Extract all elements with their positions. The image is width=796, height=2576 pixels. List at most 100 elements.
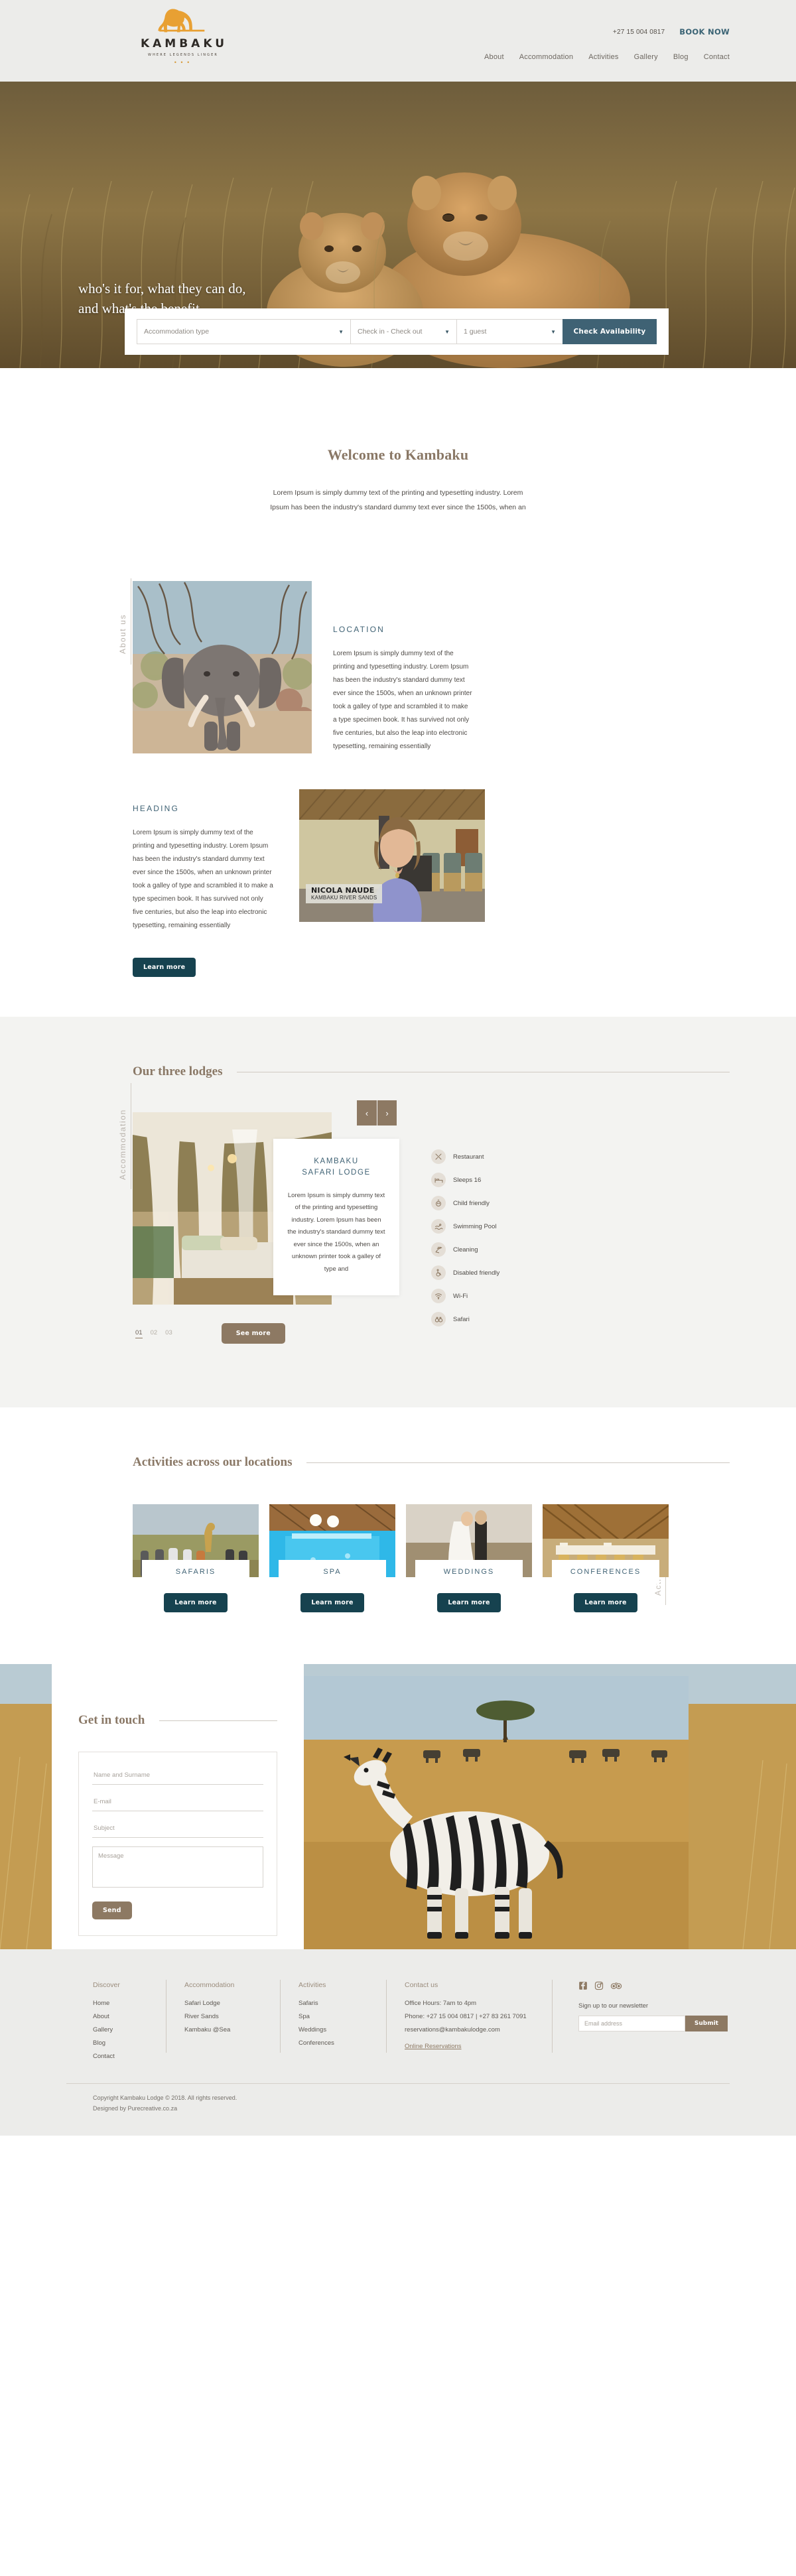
activities-grid: SAFARIS Learn more SPA Learn more WEDDIN… <box>133 1504 730 1613</box>
safaris-learn-more-button[interactable]: Learn more <box>164 1593 228 1613</box>
welcome-body: Lorem Ipsum is simply dummy text of the … <box>270 489 526 511</box>
about-location-row: LOCATION Lorem Ipsum is simply dummy tex… <box>133 581 730 754</box>
activities-title-rule <box>306 1462 730 1463</box>
carousel-next-button[interactable]: › <box>377 1100 397 1126</box>
footer-email[interactable]: reservations@kambakulodge.com <box>405 2026 552 2033</box>
footer-link-gallery[interactable]: Gallery <box>93 2026 166 2033</box>
footer-link-river-sands[interactable]: River Sands <box>184 2013 280 2020</box>
weddings-learn-more-button[interactable]: Learn more <box>437 1593 501 1613</box>
footer-heading-activities: Activities <box>298 1981 326 1990</box>
site-logo[interactable]: KAMBAKU WHERE LEGENDS LINGER • • • <box>136 5 229 66</box>
see-more-button[interactable]: See more <box>221 1323 285 1344</box>
testimonial-video[interactable]: NICOLA NAUDE KAMBAKU RIVER SANDS <box>299 789 485 923</box>
lodge-card-title-line2: SAFARI LODGE <box>302 1169 371 1177</box>
elephant-logo-icon <box>158 9 205 32</box>
amenity-label: Cleaning <box>453 1246 478 1254</box>
footer-office-hours: Office Hours: 7am to 4pm <box>405 2000 477 2008</box>
elephant-photo <box>133 581 312 754</box>
footer-col-accommodation: Accommodation Safari Lodge River Sands K… <box>166 1980 280 2066</box>
accommodation-type-value: Accommodation type <box>144 328 210 336</box>
about-side-label: About us <box>118 613 127 655</box>
amenity-item: Wi-Fi <box>431 1289 499 1304</box>
name-input[interactable] <box>92 1767 263 1785</box>
footer-link-safari-lodge[interactable]: Safari Lodge <box>184 2000 280 2007</box>
instagram-icon[interactable] <box>594 1981 604 1990</box>
footer-col-activities: Activities Safaris Spa Weddings Conferen… <box>280 1980 386 2066</box>
accommodation-type-select[interactable]: Accommodation type ▼ <box>137 319 350 344</box>
email-input[interactable] <box>92 1793 263 1812</box>
activities-section: Activities Activities across our locatio… <box>0 1407 796 1664</box>
amenity-label: Swimming Pool <box>453 1222 497 1230</box>
nav-item-activities[interactable]: Activities <box>588 53 618 61</box>
designed-by-text: Designed by Purecreative.co.za <box>93 2105 178 2112</box>
pager-item-03[interactable]: 03 <box>165 1329 172 1338</box>
main-navigation: About Accommodation Activities Gallery B… <box>484 53 730 61</box>
footer-link-about[interactable]: About <box>93 2013 166 2020</box>
amenity-label: Child friendly <box>453 1199 490 1207</box>
nav-item-contact[interactable]: Contact <box>704 53 730 61</box>
footer-link-home[interactable]: Home <box>93 2000 166 2007</box>
footer-link-conferences[interactable]: Conferences <box>298 2039 386 2047</box>
location-body: Lorem Ipsum is simply dummy text of the … <box>333 650 472 751</box>
chevron-down-icon: ▼ <box>551 328 556 335</box>
nav-item-about[interactable]: About <box>484 53 504 61</box>
facebook-icon[interactable] <box>578 1981 588 1990</box>
nav-item-accommodation[interactable]: Accommodation <box>519 53 573 61</box>
footer-col-newsletter: Sign up to our newsletter Submit <box>552 1980 728 2066</box>
header-phone[interactable]: +27 15 004 0817 <box>613 29 665 36</box>
send-button[interactable]: Send <box>92 1901 132 1920</box>
heading-body: Lorem Ipsum is simply dummy text of the … <box>133 829 273 930</box>
message-textarea[interactable] <box>92 1846 263 1888</box>
footer-link-safaris[interactable]: Safaris <box>298 2000 386 2007</box>
dates-select[interactable]: Check in - Check out ▼ <box>350 319 456 344</box>
activity-name: SAFARIS <box>142 1560 249 1584</box>
video-caption-name: NICOLA NAUDE <box>311 886 375 895</box>
nav-item-gallery[interactable]: Gallery <box>634 53 658 61</box>
guests-select[interactable]: 1 guest ▼ <box>456 319 563 344</box>
tripadvisor-icon[interactable] <box>610 1981 622 1990</box>
carousel-prev-button[interactable]: ‹ <box>357 1100 377 1126</box>
activities-title: Activities across our locations <box>133 1455 293 1470</box>
footer-online-reservations-link[interactable]: Online Reservations <box>405 2043 552 2050</box>
lodge-carousel: ‹ › KAMBAKU SAFARI LODGE Lorem Ipsum is … <box>133 1100 730 1327</box>
check-availability-button[interactable]: Check Availability <box>563 319 657 344</box>
footer-link-kambaku-at-sea[interactable]: Kambaku @Sea <box>184 2026 280 2033</box>
site-header: KAMBAKU WHERE LEGENDS LINGER • • • +27 1… <box>0 0 796 82</box>
contact-form: Send <box>78 1752 277 1937</box>
amenity-label: Wi-Fi <box>453 1292 468 1300</box>
book-now-button[interactable]: BOOK NOW <box>679 27 730 36</box>
lodges-header: Our three lodges <box>133 1064 730 1079</box>
binoculars-icon <box>431 1312 446 1327</box>
pager-item-02[interactable]: 02 <box>151 1329 158 1338</box>
subject-input[interactable] <box>92 1820 263 1838</box>
nav-item-blog[interactable]: Blog <box>673 53 689 61</box>
elephant-image <box>133 581 312 754</box>
footer-link-weddings[interactable]: Weddings <box>298 2026 386 2033</box>
footer-link-contact[interactable]: Contact <box>93 2053 166 2060</box>
lodge-card-title-line1: KAMBAKU <box>314 1157 359 1166</box>
hero-headline-line1: who's it for, what they can do, <box>78 281 246 296</box>
location-eyebrow: LOCATION <box>333 625 385 635</box>
footer-link-blog[interactable]: Blog <box>93 2039 166 2047</box>
contact-section: Get in touch Send <box>0 1664 796 1950</box>
footer-heading-discover: Discover <box>93 1981 120 1990</box>
amenity-item: Safari <box>431 1312 499 1327</box>
video-caption: NICOLA NAUDE KAMBAKU RIVER SANDS <box>306 884 383 904</box>
bed-icon <box>431 1173 446 1188</box>
welcome-section: Welcome to Kambaku Lorem Ipsum is simply… <box>0 368 796 515</box>
activity-card-conferences[interactable]: CONFERENCES Learn more <box>543 1504 669 1613</box>
zebra-image <box>304 1676 689 1950</box>
about-learn-more-button[interactable]: Learn more <box>133 958 196 978</box>
contact-title-rule <box>159 1720 277 1721</box>
pager-item-01[interactable]: 01 <box>135 1329 143 1338</box>
newsletter-form: Submit <box>578 2016 728 2032</box>
spa-learn-more-button[interactable]: Learn more <box>300 1593 364 1613</box>
newsletter-submit-button[interactable]: Submit <box>685 2016 728 2032</box>
activity-card-safaris[interactable]: SAFARIS Learn more <box>133 1504 259 1613</box>
footer-link-spa[interactable]: Spa <box>298 2013 386 2020</box>
conferences-learn-more-button[interactable]: Learn more <box>574 1593 637 1613</box>
activities-header: Activities across our locations <box>133 1455 730 1470</box>
activity-card-weddings[interactable]: WEDDINGS Learn more <box>406 1504 532 1613</box>
activity-card-spa[interactable]: SPA Learn more <box>269 1504 395 1613</box>
newsletter-email-input[interactable] <box>578 2016 685 2032</box>
